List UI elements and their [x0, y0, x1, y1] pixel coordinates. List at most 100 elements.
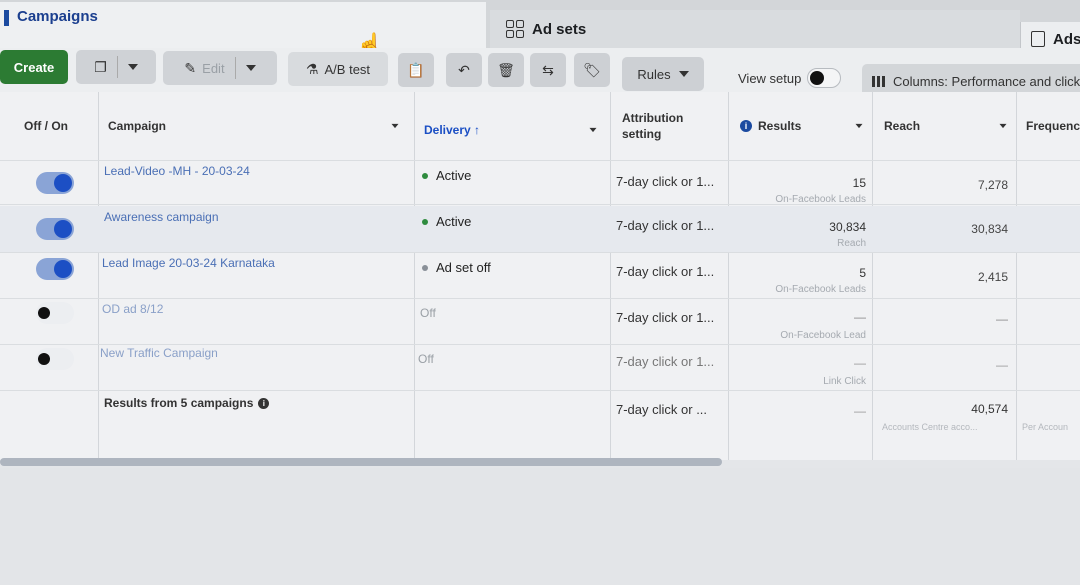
ad-sets-grid-icon — [506, 20, 524, 38]
columns-label: Columns: Performance and clicks — [893, 73, 1080, 89]
attribution-setting: 7-day click or 1... — [616, 218, 715, 233]
results-value: — — [854, 356, 866, 370]
create-button[interactable]: Create — [0, 50, 68, 84]
campaign-name-link[interactable]: New Traffic Campaign — [100, 346, 218, 360]
header-delivery[interactable]: Delivery ↑ — [424, 96, 604, 164]
summary-label: Results from 5 campaigns i — [104, 396, 270, 410]
delivery-label: Active — [436, 168, 472, 183]
export-button[interactable]: ⇆ — [530, 53, 566, 87]
tab-bar: Campaigns Ad sets Ads — [0, 0, 1080, 56]
ab-test-button[interactable]: ⚗ A/B test — [288, 52, 388, 86]
divider — [116, 56, 118, 78]
campaign-name-link[interactable]: Lead-Video -MH - 20-03-24 — [104, 164, 250, 178]
chevron-down-icon[interactable] — [589, 127, 597, 133]
results-type: On-Facebook Lead — [780, 330, 866, 341]
campaign-toggle[interactable] — [36, 348, 74, 370]
tag-icon: 🏷 — [583, 61, 601, 78]
delivery-status: Active — [422, 168, 471, 183]
status-dot — [422, 264, 428, 271]
header-campaign-label: Campaign — [108, 119, 167, 133]
toolbar: Create ❐ ✎ Edit ⚗ A/B test 📋 ↶ 🗑 ⇆ 🏷 Rul… — [0, 48, 1080, 98]
horizontal-scrollbar[interactable] — [0, 458, 722, 466]
clipboard-icon: 📋 — [407, 61, 425, 78]
tab-campaigns-label: Campaigns — [17, 8, 98, 25]
attribution-setting: 7-day click or 1... — [616, 174, 715, 189]
status-dot — [422, 172, 428, 179]
attribution-setting: 7-day click or 1... — [616, 264, 715, 279]
tag-button[interactable]: 🏷 — [574, 53, 610, 87]
reach-value: 30,834 — [971, 222, 1008, 236]
divider — [234, 57, 236, 79]
summary-results: — — [854, 404, 866, 418]
edit-label: Edit — [202, 60, 225, 76]
duplicate-button[interactable]: ❐ — [76, 50, 156, 84]
chevron-down-icon[interactable] — [391, 123, 399, 129]
campaign-toggle[interactable] — [36, 218, 74, 240]
chevron-down-icon[interactable] — [245, 65, 256, 71]
clipboard-button[interactable]: 📋 — [398, 53, 434, 87]
tab-ad-sets[interactable]: Ad sets — [490, 10, 1020, 48]
table-row[interactable]: Lead Image 20-03-24 Karnataka Ad set off… — [0, 252, 1080, 298]
ads-icon — [1031, 31, 1045, 47]
attribution-setting: 7-day click or 1... — [616, 310, 715, 325]
view-setup-toggle[interactable] — [807, 68, 842, 88]
chevron-down-icon[interactable] — [127, 64, 138, 70]
info-icon[interactable]: i — [258, 397, 270, 409]
header-results[interactable]: i Results — [740, 92, 868, 160]
summary-reach-type: Accounts Centre acco... — [882, 422, 978, 432]
summary-row: Results from 5 campaigns i 7-day click o… — [0, 390, 1080, 450]
header-delivery-label: Delivery ↑ — [424, 123, 481, 137]
table-row[interactable]: New Traffic Campaign Off 7-day click or … — [0, 344, 1080, 390]
results-value: — — [854, 310, 866, 324]
rules-label: Rules — [637, 66, 671, 82]
delivery-status: Off — [420, 306, 436, 320]
columns-icon — [872, 75, 885, 87]
edit-button[interactable]: ✎ Edit — [163, 51, 277, 85]
delivery-label: Off — [418, 352, 434, 366]
table-row[interactable]: Lead-Video -MH - 20-03-24 Active 7-day c… — [0, 160, 1080, 206]
view-setup-label: View setup — [738, 70, 802, 86]
info-icon[interactable]: i — [740, 120, 752, 132]
rules-button[interactable]: Rules — [622, 57, 704, 91]
results-type: Reach — [837, 238, 866, 249]
campaign-toggle[interactable] — [36, 302, 74, 324]
campaign-name-link[interactable]: OD ad 8/12 — [102, 302, 163, 316]
table-row[interactable]: OD ad 8/12 Off 7-day click or 1... — On-… — [0, 298, 1080, 344]
header-campaign[interactable]: Campaign — [108, 92, 408, 160]
header-attribution[interactable]: Attribution setting — [622, 92, 714, 160]
delete-button[interactable]: 🗑 — [488, 53, 524, 87]
export-icon: ⇆ — [542, 61, 554, 78]
results-value: 15 — [852, 176, 866, 190]
tab-campaigns[interactable]: Campaigns — [0, 2, 486, 48]
ab-test-label: A/B test — [324, 61, 371, 77]
chevron-down-icon[interactable] — [855, 123, 863, 129]
results-value: 5 — [859, 266, 866, 280]
attribution-setting: 7-day click or 1... — [616, 354, 715, 369]
reach-value: — — [996, 358, 1008, 372]
campaign-name-link[interactable]: Awareness campaign — [104, 210, 219, 224]
undo-button[interactable]: ↶ — [446, 53, 482, 87]
header-off-on: Off / On — [24, 119, 68, 133]
row-divider — [0, 204, 1080, 205]
flask-icon: ⚗ — [305, 60, 319, 77]
delivery-label: Off — [420, 306, 436, 320]
campaign-toggle[interactable] — [36, 258, 74, 280]
tab-ad-sets-label: Ad sets — [532, 20, 587, 38]
delivery-label: Ad set off — [436, 260, 491, 275]
delivery-status: Ad set off — [422, 260, 491, 275]
header-reach[interactable]: Reach — [884, 92, 1012, 160]
results-type: Link Click — [823, 376, 866, 387]
summary-frequency-type: Per Accoun — [1022, 422, 1069, 432]
view-setup: View setup — [738, 68, 842, 88]
summary-text: Results from 5 campaigns — [104, 396, 254, 410]
campaign-name-link[interactable]: Lead Image 20-03-24 Karnataka — [102, 256, 275, 270]
summary-attribution: 7-day click or ... — [616, 402, 708, 417]
chevron-down-icon[interactable] — [999, 123, 1007, 129]
status-dot — [422, 218, 428, 225]
chevron-down-icon — [678, 71, 689, 77]
header-frequency[interactable]: Frequency — [1026, 92, 1080, 160]
tab-ads-label: Ads — [1053, 30, 1080, 48]
campaign-toggle[interactable] — [36, 172, 74, 194]
header-reach-label: Reach — [884, 119, 921, 133]
table-row[interactable]: Awareness campaign Active 7-day click or… — [0, 206, 1080, 252]
